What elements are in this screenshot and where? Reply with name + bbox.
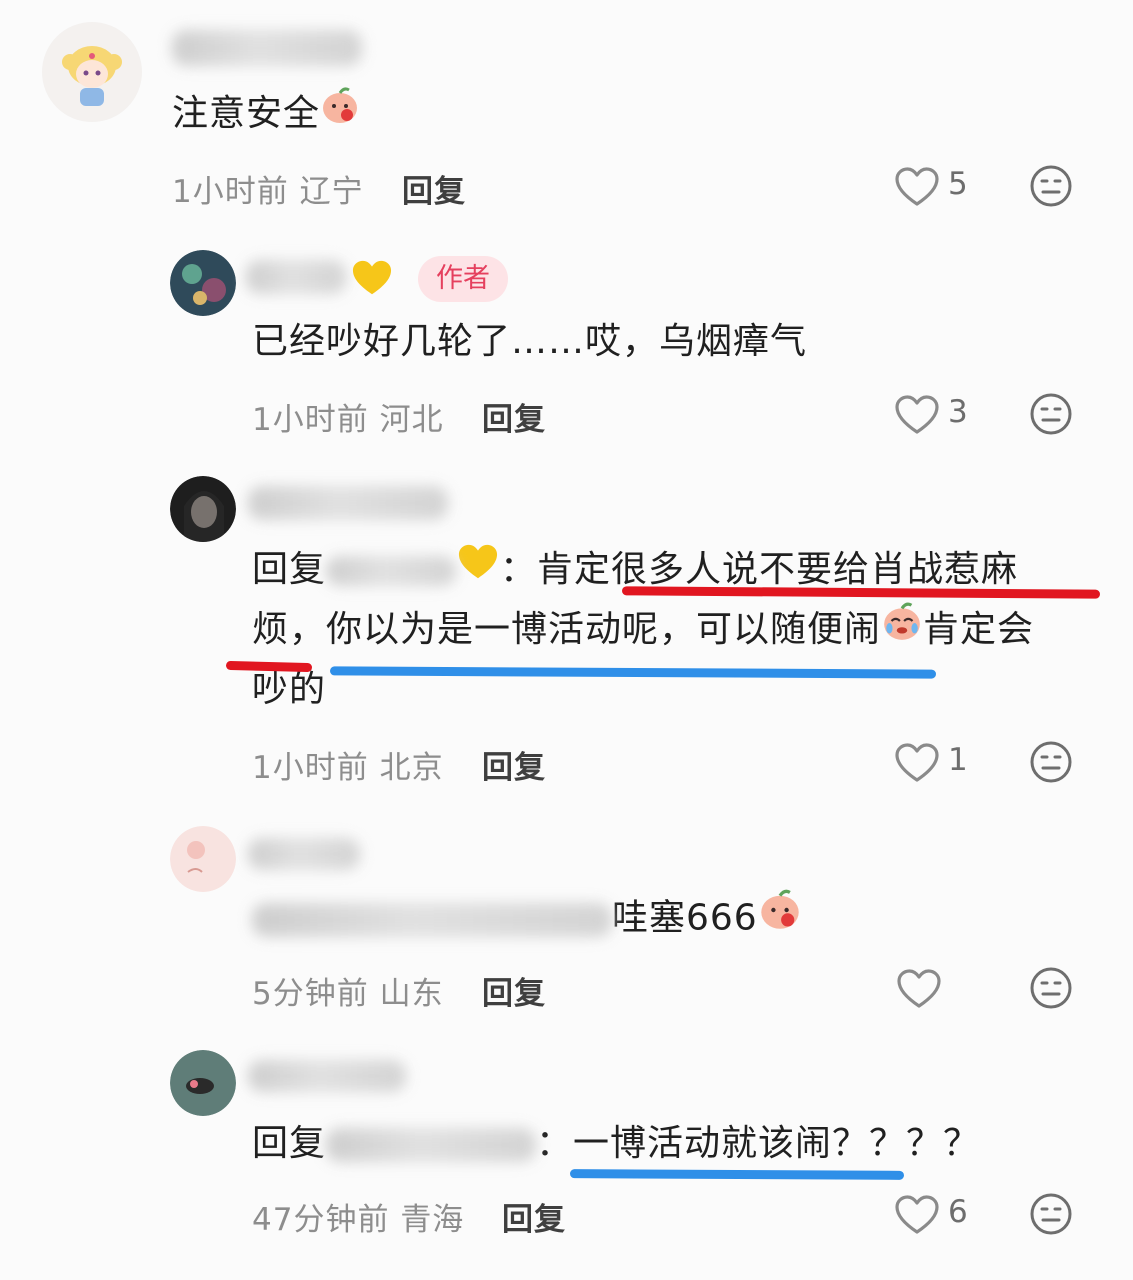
comment-1: 注意安全 1小时前 辽宁 回复 5 [0, 0, 1133, 230]
author-badge: 作者 [418, 256, 508, 302]
comment-meta: 47分钟前 青海 [252, 1194, 464, 1239]
comment-5: 回复 ：一博活动就该闹？？？？ 47分钟前 青海 回复 6 [0, 1040, 1133, 1280]
username-blurred[interactable] [248, 1060, 406, 1092]
like-count: 5 [948, 166, 968, 202]
comment-meta: 5分钟前 山东 [252, 968, 444, 1013]
blue-underline-annotation [569, 1169, 905, 1180]
red-underline-annotation [225, 660, 313, 673]
region: 山东 [379, 976, 444, 1012]
reply-button[interactable]: 回复 [482, 742, 546, 787]
like-count: 6 [948, 1194, 968, 1230]
dislike-face-icon[interactable] [1029, 164, 1073, 208]
crying-peach-emoji [881, 601, 923, 662]
comment-text: 已经吵好几轮了……哎，乌烟瘴气 [252, 321, 808, 362]
dislike-face-icon[interactable] [1029, 392, 1073, 436]
timestamp: 47分钟前 [252, 1202, 390, 1238]
reply-button[interactable]: 回复 [502, 1194, 566, 1239]
username-blurred[interactable] [248, 838, 360, 870]
dislike-face-icon[interactable] [1029, 966, 1073, 1010]
mention-blurred[interactable] [326, 1128, 537, 1162]
avatar[interactable] [170, 826, 236, 892]
blue-underline-annotation [329, 666, 937, 679]
comment-meta: 1小时前 辽宁 [172, 166, 364, 211]
yellow-heart-emoji [456, 541, 500, 601]
comment-4: 哇塞666 5分钟前 山东 回复 [0, 810, 1133, 1040]
avatar[interactable] [170, 1050, 236, 1116]
username-blurred[interactable] [246, 260, 346, 294]
comment-meta: 1小时前 河北 [252, 394, 444, 439]
region: 青海 [400, 1202, 465, 1238]
like-count: 3 [948, 394, 968, 430]
heart-outline-icon[interactable] [894, 1194, 940, 1236]
mention-blurred[interactable] [326, 556, 457, 586]
avatar[interactable] [170, 250, 236, 316]
comment-2: 作者 已经吵好几轮了……哎，乌烟瘴气 1小时前 河北 回复 3 [0, 230, 1133, 470]
timestamp: 1小时前 [172, 174, 289, 210]
avatar[interactable] [42, 22, 142, 122]
username-blurred[interactable] [172, 30, 362, 66]
heart-outline-icon[interactable] [896, 968, 942, 1010]
yellow-heart-emoji [350, 258, 394, 302]
comment-text: 注意安全 [172, 84, 360, 145]
region: 河北 [379, 402, 444, 438]
comment-3: 回复 ：肯定很多人说不要给肖战惹麻 烦，你以为是一博活动呢，可以随便闹 肯定会 吵的… [0, 470, 1133, 810]
heart-outline-icon[interactable] [894, 742, 940, 784]
timestamp: 5分钟前 [252, 976, 369, 1012]
region: 辽宁 [299, 174, 364, 210]
dislike-face-icon[interactable] [1029, 1192, 1073, 1236]
heart-outline-icon[interactable] [894, 166, 940, 208]
like-count: 1 [948, 742, 968, 778]
reply-button[interactable]: 回复 [402, 166, 466, 211]
username-blurred[interactable] [248, 486, 448, 520]
peach-face-emoji [320, 85, 360, 145]
comment-text-line-2: 烦，你以为是一博活动呢，可以随便闹 肯定会 [252, 600, 1034, 662]
comment-text: 回复 ：一博活动就该闹？？？？ [252, 1123, 981, 1164]
timestamp: 1小时前 [252, 750, 369, 786]
reply-button[interactable]: 回复 [482, 968, 546, 1013]
region: 北京 [379, 750, 444, 786]
avatar[interactable] [170, 476, 236, 542]
comment-meta: 1小时前 北京 [252, 742, 444, 787]
timestamp: 1小时前 [252, 402, 369, 438]
comment-text: 哇塞666 [252, 888, 802, 951]
dislike-face-icon[interactable] [1029, 740, 1073, 784]
reply-button[interactable]: 回复 [482, 394, 546, 439]
peach-face-emoji [758, 888, 802, 951]
reply-prefix-blurred[interactable] [252, 902, 612, 937]
heart-outline-icon[interactable] [894, 394, 940, 436]
